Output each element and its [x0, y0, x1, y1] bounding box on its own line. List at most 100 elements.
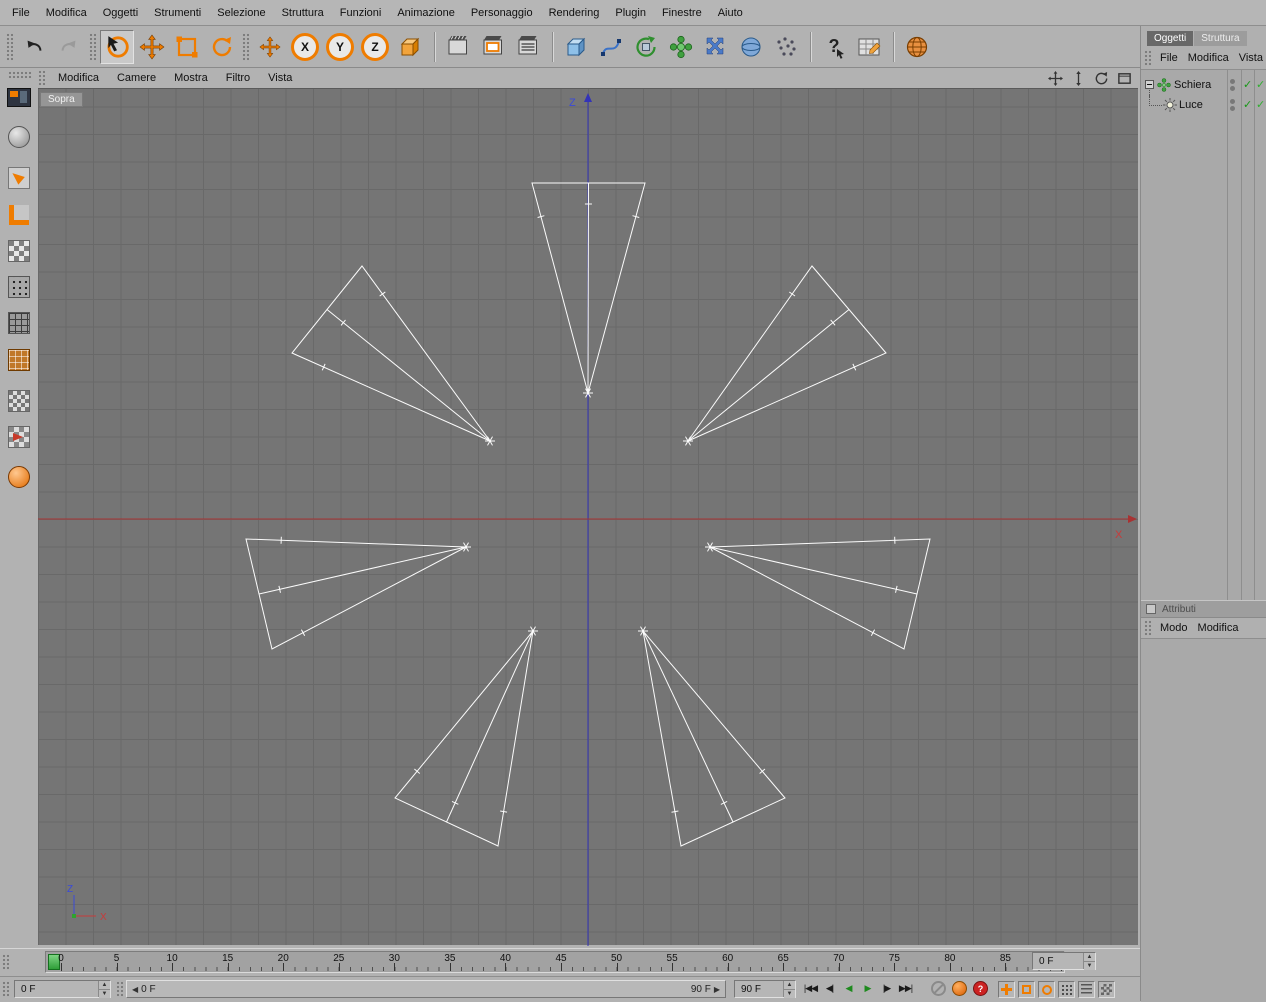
- menu-struttura[interactable]: Struttura: [274, 4, 332, 22]
- spinner-up-icon[interactable]: ▲: [784, 981, 795, 990]
- panel-grip[interactable]: [1144, 620, 1151, 636]
- add-particles-button[interactable]: [769, 30, 803, 64]
- spinner-up-icon[interactable]: ▲: [99, 981, 110, 990]
- am-menu-modo[interactable]: Modo: [1155, 620, 1193, 636]
- menu-modifica[interactable]: Modifica: [38, 4, 95, 22]
- spinner-down-icon[interactable]: ▼: [99, 990, 110, 998]
- play-backward-button[interactable]: ◀: [840, 981, 857, 994]
- tab-struttura[interactable]: Struttura: [1194, 31, 1246, 46]
- om-menu-vista[interactable]: Vista: [1234, 50, 1266, 66]
- viewport-menu-mostra[interactable]: Mostra: [165, 70, 217, 86]
- texture-mode-button[interactable]: [4, 386, 34, 416]
- rotate-tool-button[interactable]: [205, 30, 239, 64]
- goto-end-button[interactable]: ▶▶|: [897, 981, 914, 994]
- frame-spinner[interactable]: ▲▼: [783, 981, 795, 997]
- previous-key-button[interactable]: ◀|: [821, 981, 838, 994]
- light-cone[interactable]: [683, 266, 886, 445]
- record-parameter-toggle[interactable]: [1078, 981, 1095, 998]
- spinner-down-icon[interactable]: ▼: [1084, 962, 1095, 970]
- record-scale-toggle[interactable]: [1018, 981, 1035, 998]
- animation-toolbar-grip[interactable]: [2, 981, 9, 997]
- menu-rendering[interactable]: Rendering: [541, 4, 608, 22]
- end-frame-field[interactable]: 90 F ▲▼: [734, 980, 796, 998]
- toggle-view-icon[interactable]: [1116, 70, 1132, 86]
- viewport-menu-modifica[interactable]: Modifica: [49, 70, 108, 86]
- menu-strumenti[interactable]: Strumenti: [146, 4, 209, 22]
- add-nurbs-button[interactable]: [629, 30, 663, 64]
- visibility-toggles[interactable]: [1230, 79, 1235, 84]
- menu-animazione[interactable]: Animazione: [389, 4, 462, 22]
- toolbar-grip[interactable]: [242, 33, 249, 61]
- keying-options-button[interactable]: [1098, 981, 1115, 998]
- render-picture-viewer-button[interactable]: [476, 30, 510, 64]
- light-cone[interactable]: [532, 183, 645, 397]
- render-style-button[interactable]: [4, 122, 34, 152]
- lock-x-axis-button[interactable]: X: [288, 30, 322, 64]
- menu-selezione[interactable]: Selezione: [209, 4, 273, 22]
- menu-funzioni[interactable]: Funzioni: [332, 4, 390, 22]
- add-cube-button[interactable]: [559, 30, 593, 64]
- rotate-view-icon[interactable]: [1093, 70, 1109, 86]
- light-cone[interactable]: [246, 537, 471, 649]
- scale-tool-button[interactable]: [170, 30, 204, 64]
- redo-button[interactable]: [52, 30, 86, 64]
- record-disabled-toggle[interactable]: [931, 981, 946, 996]
- expander-icon[interactable]: [1145, 80, 1154, 89]
- toolbar-grip[interactable]: [89, 33, 96, 61]
- lock-z-axis-button[interactable]: Z: [358, 30, 392, 64]
- make-editable-button[interactable]: [4, 163, 34, 193]
- enabled-check-icon[interactable]: ✓: [1243, 98, 1252, 111]
- workplane-mode-button[interactable]: [4, 422, 34, 452]
- viewport-menu-vista[interactable]: Vista: [259, 70, 301, 86]
- model-mode-button[interactable]: [4, 200, 34, 230]
- add-environment-button[interactable]: [734, 30, 768, 64]
- axis-move-tool-button[interactable]: [253, 30, 287, 64]
- timeline-range-slider[interactable]: ◀ 0 F 90 F ▶: [126, 980, 726, 998]
- animation-toolbar-grip[interactable]: [116, 981, 123, 997]
- autokey-toggle[interactable]: [952, 981, 967, 996]
- add-deformer-button[interactable]: [699, 30, 733, 64]
- command-manager-button[interactable]: [852, 30, 886, 64]
- goto-start-button[interactable]: |◀◀: [802, 981, 819, 994]
- frame-number-field[interactable]: 0 F ▲▼: [14, 980, 111, 998]
- play-forward-button[interactable]: ▶: [859, 981, 876, 994]
- am-menu-modifica[interactable]: Modifica: [1193, 620, 1244, 636]
- mode-toolbar-grip[interactable]: [8, 71, 32, 78]
- render-settings-button[interactable]: [511, 30, 545, 64]
- record-pla-toggle[interactable]: [1058, 981, 1075, 998]
- record-help-button[interactable]: ?: [973, 981, 988, 996]
- visibility-toggles[interactable]: [1230, 99, 1235, 104]
- layout-button[interactable]: [4, 82, 34, 112]
- object-name[interactable]: Schiera: [1174, 79, 1211, 91]
- frame-spinner[interactable]: ▲▼: [98, 981, 110, 997]
- om-menu-modifica[interactable]: Modifica: [1183, 50, 1234, 66]
- record-rotation-toggle[interactable]: [1038, 981, 1055, 998]
- tab-oggetti[interactable]: Oggetti: [1147, 31, 1193, 46]
- record-position-toggle[interactable]: [998, 981, 1015, 998]
- frame-spinner[interactable]: ▲▼: [1083, 953, 1095, 969]
- light-cone[interactable]: [705, 537, 930, 649]
- viewport-menu-camere[interactable]: Camere: [108, 70, 165, 86]
- light-cone[interactable]: [638, 627, 785, 846]
- coordinate-system-button[interactable]: [393, 30, 427, 64]
- viewport-menu-grip[interactable]: [38, 70, 45, 86]
- toolbar-grip[interactable]: [6, 33, 13, 61]
- attributes-checkbox[interactable]: [1146, 604, 1156, 614]
- menu-plugin[interactable]: Plugin: [607, 4, 654, 22]
- content-browser-button[interactable]: [900, 30, 934, 64]
- panel-grip[interactable]: [1144, 50, 1151, 66]
- polygon-mode-button[interactable]: [4, 345, 34, 375]
- current-frame-field[interactable]: 0 F ▲▼: [1032, 952, 1096, 970]
- menu-aiuto[interactable]: Aiuto: [710, 4, 751, 22]
- undo-button[interactable]: [17, 30, 51, 64]
- viewport[interactable]: Z X Z X Sopra: [38, 88, 1138, 945]
- texture-axis-mode-button[interactable]: [4, 236, 34, 266]
- menu-finestre[interactable]: Finestre: [654, 4, 710, 22]
- tree-item-luce[interactable]: Luce✓✓: [1141, 95, 1266, 115]
- render-view-button[interactable]: [441, 30, 475, 64]
- object-name[interactable]: Luce: [1179, 99, 1203, 111]
- point-mode-button[interactable]: [4, 272, 34, 302]
- menu-file[interactable]: File: [4, 4, 38, 22]
- object-axis-button[interactable]: [4, 462, 34, 492]
- timeline-ruler[interactable]: 051015202530354045505560657075808590: [45, 951, 1065, 973]
